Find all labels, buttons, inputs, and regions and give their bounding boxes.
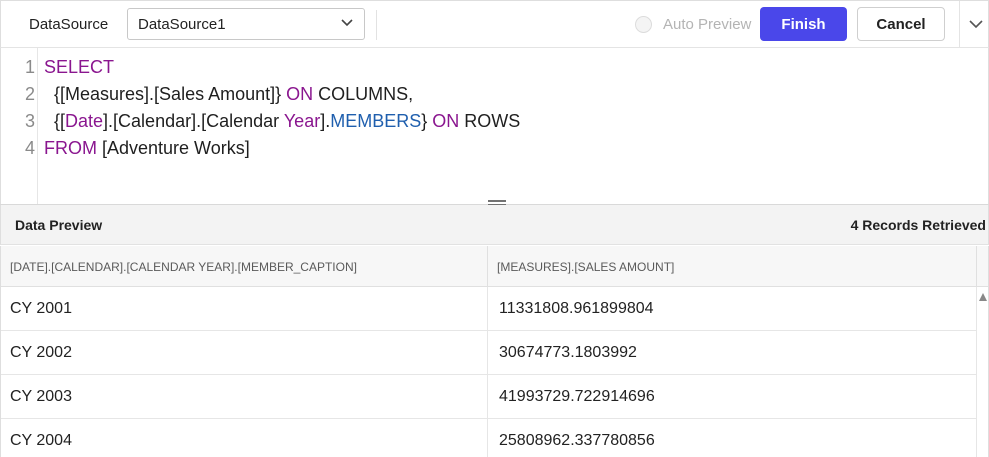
table-row[interactable]: CY 2001 11331808.961899804 [1,287,977,331]
table-row[interactable]: CY 2003 41993729.722914696 [1,375,977,419]
code-text: ].[Calendar].[Calendar [103,111,284,131]
table-cell: CY 2004 [1,419,488,457]
records-count: 4 Records Retrieved [850,217,986,233]
table-cell: 41993729.722914696 [488,375,977,418]
keyword: FROM [44,138,97,158]
vertical-scrollbar[interactable] [977,287,988,457]
code-text: [Adventure Works] [97,138,250,158]
code-line-3: {[Date].[Calendar].[Calendar Year].MEMBE… [44,111,520,132]
finish-button[interactable]: Finish [760,7,847,41]
code-text: ROWS [459,111,521,131]
table-cell: CY 2003 [1,375,488,418]
table-cell: 11331808.961899804 [488,287,977,330]
toolbar: DataSource DataSource1 Auto Preview Fini… [0,0,989,48]
code-text: COLUMNS, [313,84,414,104]
keyword: Date [65,111,104,131]
table-row[interactable]: CY 2002 30674773.1803992 [1,331,977,375]
code-line-4: FROM [Adventure Works] [44,138,250,159]
table-cell: CY 2001 [1,287,488,330]
line-number: 2 [24,84,35,104]
data-preview-title: Data Preview [15,217,103,233]
table-cell: 30674773.1803992 [488,331,977,374]
datasource-select[interactable]: DataSource1 [127,8,365,40]
code-line-1: SELECT [44,57,114,78]
keyword: ON [286,84,314,104]
cancel-button[interactable]: Cancel [857,7,945,41]
auto-preview-label: Auto Preview [663,16,752,33]
column-header[interactable]: [MEASURES].[SALES AMOUNT] [488,246,977,287]
datasource-select-value: DataSource1 [138,16,226,33]
line-number: 3 [24,111,35,131]
chevron-down-icon [341,19,353,27]
scroll-up-arrow-icon[interactable] [979,293,987,301]
grid-header: [DATE].[CALENDAR].[CALENDAR YEAR].[MEMBE… [1,246,988,287]
code-text: } [421,111,433,131]
datasource-label: DataSource [29,16,109,33]
toolbar-divider [959,1,960,48]
function-token: MEMBERS [330,111,422,131]
query-editor[interactable]: 1 2 3 4 SELECT {[Measures].[Sales Amount… [0,48,989,204]
toolbar-separator [376,10,377,40]
data-preview-header: Data Preview 4 Records Retrieved [0,205,989,245]
keyword: ON [432,111,460,131]
results-grid: [DATE].[CALENDAR].[CALENDAR YEAR].[MEMBE… [0,246,989,457]
column-header[interactable]: [DATE].[CALENDAR].[CALENDAR YEAR].[MEMBE… [1,246,488,287]
table-row[interactable]: CY 2004 25808962.337780856 [1,419,977,457]
line-number: 4 [24,138,35,158]
keyword: SELECT [44,57,115,77]
code-text: {[ [44,111,66,131]
code-text: {[Measures].[Sales Amount]} [44,84,287,104]
line-number: 1 [24,57,35,77]
keyword: Year [283,111,321,131]
collapse-chevron-icon[interactable] [967,17,985,31]
table-cell: CY 2002 [1,331,488,374]
code-text: ]. [320,111,331,131]
line-number-gutter: 1 2 3 4 [1,48,38,204]
auto-preview-checkbox[interactable] [635,16,652,33]
table-cell: 25808962.337780856 [488,419,977,457]
code-line-2: {[Measures].[Sales Amount]} ON COLUMNS, [44,84,413,105]
